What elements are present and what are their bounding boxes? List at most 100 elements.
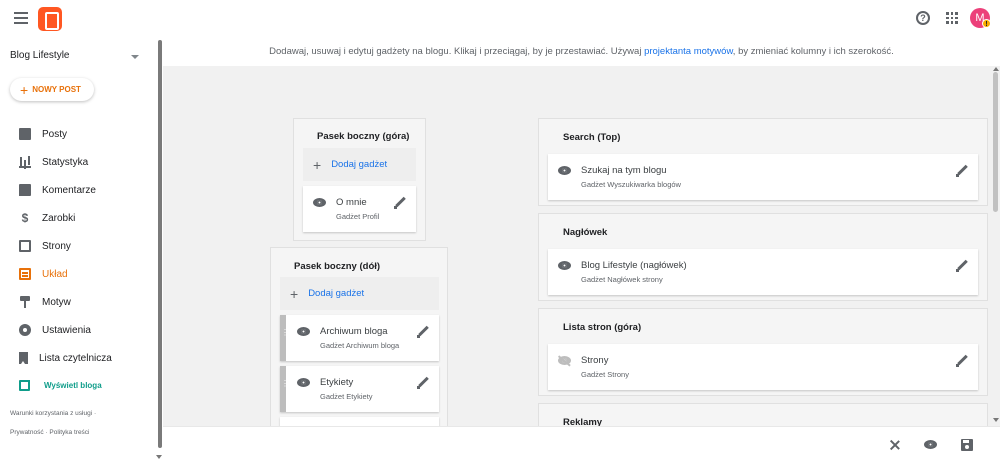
sidebar-item-theme[interactable]: Motyw <box>0 288 156 316</box>
scroll-up-arrow-icon[interactable] <box>993 67 999 71</box>
sidebar-item-label: Strony <box>42 240 71 252</box>
info-text-after: , by zmieniać kolumny i ich szerokość. <box>732 46 894 57</box>
gadget-card[interactable]: O mnie Gadżet Profil <box>303 186 416 232</box>
section-ads: Reklamy <box>538 403 988 426</box>
sidebar-item-label: Posty <box>42 128 68 140</box>
blogger-logo-icon[interactable] <box>38 7 62 31</box>
section-sidebar-top: Pasek boczny (góra) + Dodaj gadżet O mni… <box>293 118 426 241</box>
gadget-name: Etykiety <box>320 377 354 388</box>
section-sidebar-bottom: Pasek boczny (dół) + Dodaj gadżet Archiw… <box>270 247 448 426</box>
sidebar-item-label: Lista czytelnicza <box>39 352 112 364</box>
edit-pencil-icon[interactable] <box>417 326 429 338</box>
visibility-eye-icon[interactable] <box>297 376 310 389</box>
section-header: Nagłówek Blog Lifestyle (nagłówek) Gadże… <box>538 213 988 301</box>
gadget-type: Gadżet Archiwum bloga <box>320 341 400 350</box>
section-title: Reklamy <box>563 417 603 426</box>
section-title: Search (Top) <box>563 132 621 143</box>
sidebar-item-label: Statystyka <box>42 156 89 168</box>
layout-canvas: Pasek boczny (góra) + Dodaj gadżet O mni… <box>163 66 993 426</box>
gadget-name: O mnie <box>336 197 367 208</box>
visibility-eye-icon[interactable] <box>558 164 571 177</box>
apps-grid-icon[interactable] <box>946 12 958 24</box>
scroll-down-arrow-icon[interactable] <box>156 455 162 459</box>
content-policy-link[interactable]: Polityka treści <box>49 429 89 436</box>
gadget-card[interactable]: Archiwum bloga Gadżet Archiwum bloga <box>280 315 439 361</box>
view-blog-label: Wyświetl bloga <box>44 381 102 390</box>
preview-eye-icon[interactable] <box>924 438 938 452</box>
plus-icon: + <box>290 285 299 302</box>
navigation-sidebar: Blog Lifestyle + NOWY POST Posty Statyst… <box>0 38 156 463</box>
add-gadget-button[interactable]: + Dodaj gadżet <box>280 277 439 310</box>
sidebar-item-comments[interactable]: Komentarze <box>0 176 156 204</box>
gadget-card[interactable]: Etykiety Gadżet Etykiety <box>280 366 439 412</box>
earnings-icon: $ <box>21 211 29 225</box>
sidebar-item-posts[interactable]: Posty <box>0 120 156 148</box>
section-title: Nagłówek <box>563 227 608 238</box>
new-post-button[interactable]: + NOWY POST <box>10 78 94 101</box>
section-pages-top: Lista stron (góra) Strony Gadżet Strony <box>538 308 988 396</box>
sidebar-item-label: Układ <box>42 268 68 280</box>
visibility-eye-icon[interactable] <box>297 325 310 338</box>
view-blog-link[interactable]: Wyświetl bloga <box>19 380 102 391</box>
theme-icon <box>19 296 31 308</box>
edit-pencil-icon[interactable] <box>956 165 968 177</box>
sidebar-item-reading-list[interactable]: Lista czytelnicza <box>0 344 156 372</box>
sidebar-item-label: Komentarze <box>42 184 96 196</box>
gadget-type: Gadżet Etykiety <box>320 392 373 401</box>
footer-separator: · <box>45 429 48 436</box>
close-icon[interactable] <box>889 439 901 451</box>
section-title: Pasek boczny (dół) <box>294 261 381 272</box>
privacy-link[interactable]: Prywatność <box>10 429 44 436</box>
edit-pencil-icon[interactable] <box>417 377 429 389</box>
open-in-new-icon <box>19 380 30 391</box>
sidebar-item-stats[interactable]: Statystyka <box>0 148 156 176</box>
layout-info-text: Dodawaj, usuwaj i edytuj gadżety na blog… <box>163 38 1000 66</box>
save-icon[interactable] <box>961 439 973 451</box>
gadget-card[interactable]: Strony Gadżet Strony <box>548 344 978 390</box>
gadget-type: Gadżet Profil <box>336 212 380 221</box>
gadget-card[interactable]: Szukaj na tym blogu Gadżet Wyszukiwarka … <box>548 154 978 200</box>
layout-icon <box>19 268 31 280</box>
theme-designer-link[interactable]: projektanta motywów <box>644 46 733 57</box>
bottom-action-bar <box>163 426 1000 463</box>
sidebar-item-earnings[interactable]: $ Zarobki <box>0 204 156 232</box>
sidebar-item-layout[interactable]: Układ <box>0 260 156 288</box>
help-circle-icon[interactable]: ? <box>916 11 930 25</box>
sidebar-item-settings[interactable]: Ustawienia <box>0 316 156 344</box>
visibility-off-icon[interactable] <box>558 354 571 367</box>
comments-icon <box>19 184 31 196</box>
sidebar-item-label: Motyw <box>42 296 71 308</box>
terms-link[interactable]: Warunki korzystania z usługi <box>10 410 92 417</box>
canvas-scrollbar-thumb[interactable] <box>993 72 998 212</box>
edit-pencil-icon[interactable] <box>394 197 406 209</box>
layout-main: Dodawaj, usuwaj i edytuj gadżety na blog… <box>163 38 1000 463</box>
info-text-before: Dodawaj, usuwaj i edytuj gadżety na blog… <box>269 46 645 57</box>
chevron-down-icon[interactable] <box>131 55 139 59</box>
blog-selector[interactable]: Blog Lifestyle <box>10 50 146 61</box>
drag-handle-icon[interactable] <box>280 315 289 361</box>
top-app-bar: ? M ! <box>0 0 1000 38</box>
hamburger-menu-icon[interactable] <box>14 12 28 24</box>
edit-pencil-icon[interactable] <box>956 260 968 272</box>
visibility-eye-icon[interactable] <box>558 259 571 272</box>
gadget-type: Gadżet Strony <box>581 370 629 379</box>
drag-handle-icon[interactable] <box>280 366 289 412</box>
add-gadget-label: Dodaj gadżet <box>308 288 365 299</box>
sidebar-item-label: Zarobki <box>42 212 76 224</box>
stats-icon <box>19 156 31 168</box>
sidebar-scrollbar-thumb[interactable] <box>158 40 162 448</box>
reading-list-icon <box>19 352 28 364</box>
gadget-card[interactable] <box>280 417 439 426</box>
scroll-down-arrow-icon[interactable] <box>993 418 999 422</box>
sidebar-footer: Warunki korzystania z usługi · Prywatnoś… <box>10 404 150 442</box>
posts-icon <box>19 128 31 140</box>
visibility-eye-icon[interactable] <box>313 196 326 209</box>
add-gadget-label: Dodaj gadżet <box>331 159 388 170</box>
gadget-type: Gadżet Nagłówek strony <box>581 275 663 284</box>
add-gadget-button[interactable]: + Dodaj gadżet <box>303 148 416 181</box>
section-search-top: Search (Top) Szukaj na tym blogu Gadżet … <box>538 118 988 206</box>
edit-pencil-icon[interactable] <box>956 355 968 367</box>
gadget-card[interactable]: Blog Lifestyle (nagłówek) Gadżet Nagłówe… <box>548 249 978 295</box>
sidebar-item-pages[interactable]: Strony <box>0 232 156 260</box>
sidebar-item-label: Ustawienia <box>42 324 91 336</box>
